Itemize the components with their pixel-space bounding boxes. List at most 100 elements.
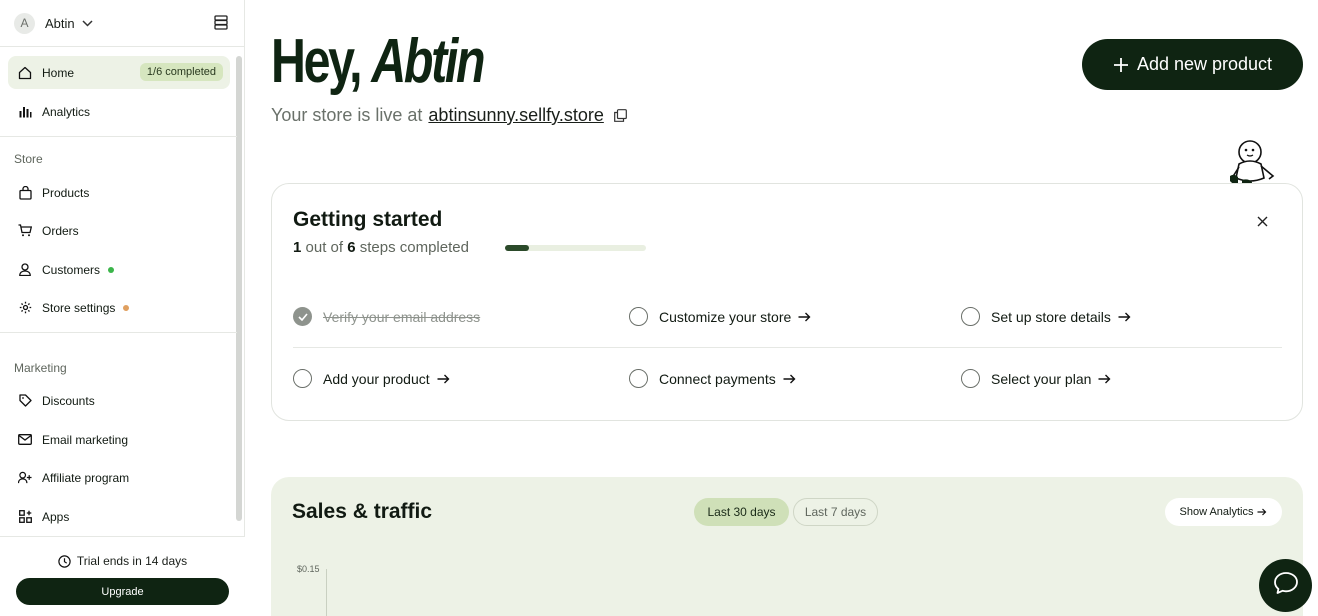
arrow-right-icon [437, 374, 450, 384]
empty-circle-icon [961, 307, 980, 326]
page-title: Hey, Abtin [271, 26, 486, 97]
empty-circle-icon [629, 307, 648, 326]
status-dot [108, 266, 115, 273]
main-content: Hey, Abtin Your store is live at abtinsu… [245, 0, 1318, 616]
arrow-right-icon [1098, 374, 1111, 384]
sidebar-item-email-marketing[interactable]: Email marketing [8, 423, 230, 456]
account-switcher[interactable]: A Abtin [0, 0, 244, 47]
bar-chart-icon [18, 105, 32, 119]
plus-icon [1113, 57, 1129, 73]
step-customize-store[interactable]: Customize your store [629, 307, 811, 326]
copy-icon[interactable] [613, 109, 627, 122]
sidebar-item-label: Customers [42, 262, 101, 277]
empty-circle-icon [293, 369, 312, 388]
clock-icon [58, 554, 71, 568]
sidebar-item-home[interactable]: Home 1/6 completed [8, 56, 230, 89]
arrow-right-icon [1257, 508, 1267, 516]
steps-divider [293, 347, 1282, 348]
step-label: Select your plan [991, 370, 1092, 387]
add-new-product-label: Add new product [1136, 54, 1273, 74]
steps-out-of: out of [305, 239, 344, 256]
step-label: Connect payments [659, 370, 776, 387]
sidebar-item-discounts[interactable]: Discounts [8, 384, 230, 417]
gear-icon [18, 301, 32, 315]
steps-completed-label: steps completed [359, 239, 469, 256]
sidebar-footer: Trial ends in 14 days Upgrade [0, 536, 245, 616]
mail-icon [18, 433, 32, 447]
sidebar-scrollbar[interactable] [236, 56, 242, 521]
sidebar-item-label: Orders [42, 223, 79, 238]
store-live-line: Your store is live at abtinsunny.sellfy.… [271, 105, 627, 126]
user-icon [18, 263, 32, 277]
sidebar-divider [0, 332, 237, 333]
getting-started-card: Getting started 1 out of 6 steps complet… [271, 183, 1303, 421]
store-live-prefix: Your store is live at [271, 105, 423, 125]
sidebar-item-apps[interactable]: Apps [8, 500, 230, 533]
sidebar-item-analytics[interactable]: Analytics [8, 95, 230, 128]
sidebar-item-label: Discounts [42, 393, 95, 408]
user-plus-icon [18, 471, 32, 485]
sidebar-divider [0, 136, 237, 137]
status-dot [123, 304, 130, 311]
tag-icon [18, 394, 32, 408]
sales-traffic-title: Sales & traffic [292, 500, 433, 523]
greeting: Hey, [271, 27, 363, 96]
trial-text: Trial ends in 14 days [76, 554, 188, 568]
sales-traffic-card: Sales & traffic Last 30 days Last 7 days… [271, 477, 1303, 616]
getting-started-title: Getting started [293, 208, 443, 231]
add-new-product-button[interactable]: Add new product [1082, 39, 1303, 90]
step-label: Verify your email address [323, 308, 481, 325]
user-name: Abtin [371, 27, 485, 96]
sidebar-item-label: Email marketing [42, 432, 129, 447]
help-chat-button[interactable] [1259, 559, 1312, 612]
trial-notice: Trial ends in 14 days [0, 554, 245, 568]
account-name: Abtin [45, 15, 75, 31]
section-heading-marketing: Marketing [14, 361, 67, 375]
y-axis-line [326, 569, 327, 616]
step-verify-email[interactable]: Verify your email address [293, 307, 480, 326]
store-stack-icon[interactable] [214, 15, 228, 35]
sidebar-item-store-settings[interactable]: Store settings [8, 291, 230, 324]
arrow-right-icon [783, 374, 796, 384]
sidebar-item-label: Apps [42, 509, 70, 524]
sidebar-item-customers[interactable]: Customers [8, 253, 230, 286]
sidebar-item-affiliate-program[interactable]: Affiliate program [8, 461, 230, 494]
close-icon[interactable] [1257, 214, 1268, 232]
show-analytics-button[interactable]: Show Analytics [1165, 498, 1282, 526]
steps-done-count: 1 [293, 239, 302, 256]
range-last-7-days[interactable]: Last 7 days [793, 498, 878, 526]
sidebar-item-label: Products [42, 185, 90, 200]
sidebar-item-products[interactable]: Products [8, 176, 230, 209]
arrow-right-icon [798, 312, 811, 322]
steps-progress-text: 1 out of 6 steps completed [293, 239, 469, 256]
empty-circle-icon [629, 369, 648, 388]
step-select-plan[interactable]: Select your plan [961, 369, 1111, 388]
progress-badge: 1/6 completed [139, 63, 223, 81]
arrow-right-icon [1118, 312, 1131, 322]
progress-bar [505, 245, 646, 251]
sidebar-item-label: Store settings [42, 300, 116, 315]
home-icon [18, 66, 32, 80]
progress-bar-fill [505, 245, 529, 251]
sidebar: A Abtin Home 1/6 completed Analytics Sto… [0, 0, 245, 616]
store-url-link[interactable]: abtinsunny.sellfy.store [428, 105, 603, 126]
steps-total: 6 [347, 239, 356, 256]
sidebar-item-orders[interactable]: Orders [8, 214, 230, 247]
show-analytics-label: Show Analytics [1179, 506, 1254, 518]
cart-icon [18, 224, 32, 238]
app-root: A Abtin Home 1/6 completed Analytics Sto… [0, 0, 1318, 616]
range-last-30-days[interactable]: Last 30 days [694, 498, 789, 526]
step-connect-payments[interactable]: Connect payments [629, 369, 796, 388]
sidebar-item-label: Analytics [42, 104, 91, 119]
step-store-details[interactable]: Set up store details [961, 307, 1131, 326]
upgrade-button[interactable]: Upgrade [16, 578, 229, 605]
step-add-product[interactable]: Add your product [293, 369, 450, 388]
chevron-down-icon [82, 14, 93, 32]
y-axis-tick: $0.15 [297, 564, 320, 574]
empty-circle-icon [961, 369, 980, 388]
section-heading-store: Store [14, 152, 43, 166]
step-label: Set up store details [991, 308, 1111, 325]
sidebar-item-label: Affiliate program [42, 470, 130, 485]
apps-grid-icon [18, 510, 32, 524]
avatar: A [14, 12, 35, 34]
